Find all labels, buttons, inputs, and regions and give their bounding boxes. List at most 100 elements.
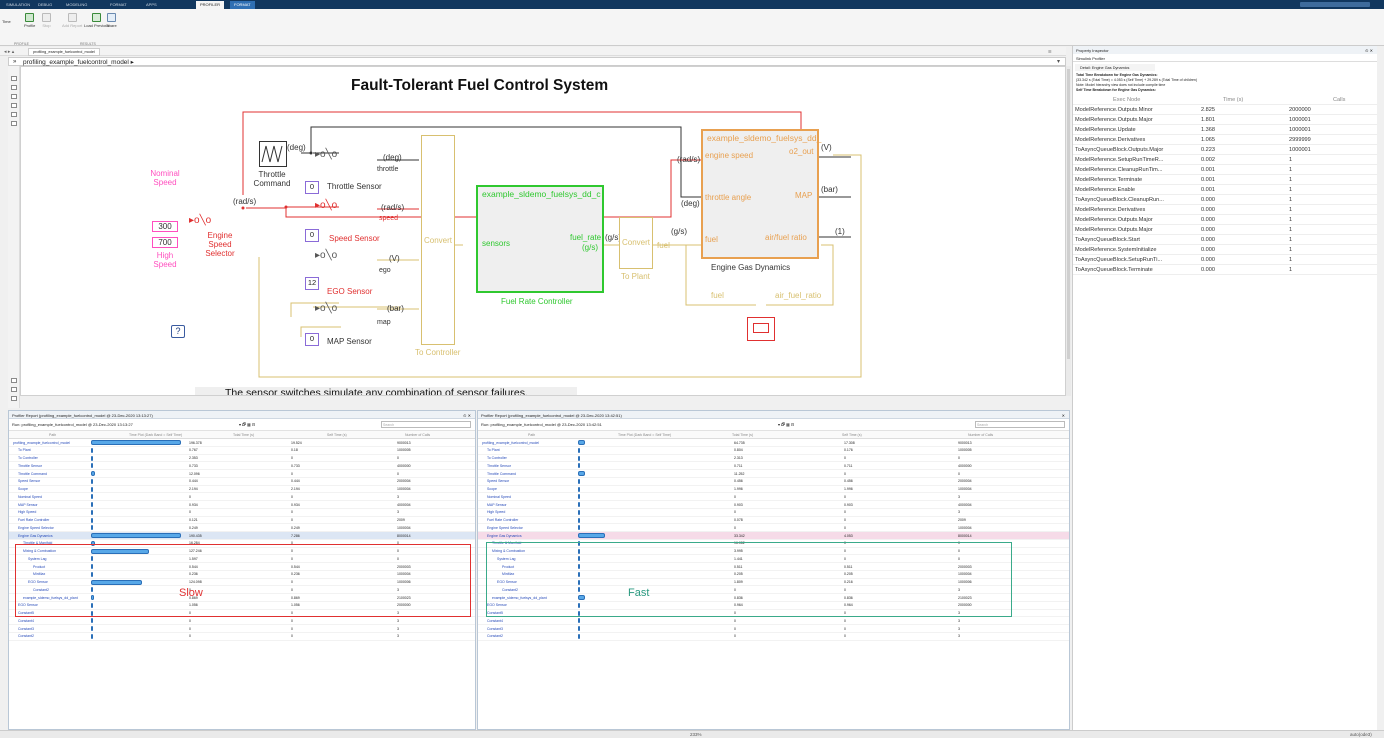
row-path[interactable]: Fuel Rate Controller (18, 518, 49, 522)
profile-button[interactable]: Profile (24, 13, 35, 28)
tab-profiler[interactable]: PROFILER (196, 1, 225, 9)
inspector-row[interactable]: ToAsyncQueueBlock.Outputs.Major 0.223 1000… (1073, 145, 1377, 155)
row-path[interactable]: MAP Sensor (18, 503, 38, 507)
share-button[interactable]: Share (106, 13, 117, 28)
inspector-row[interactable]: ModelReference.Outputs.Major 1.801 1000001 (1073, 115, 1377, 125)
row-path[interactable]: Constant3 (18, 627, 34, 631)
scope-block[interactable] (747, 317, 775, 341)
zoom-icon[interactable] (11, 76, 17, 81)
table-row[interactable]: Engine Speed Selector 0 0 1000004 (478, 524, 1069, 532)
table-row[interactable]: To Controller 2.353 0 0 (9, 455, 475, 463)
row-path[interactable]: profiling_example_fuelcontrol_model (482, 441, 539, 445)
add-report-button[interactable]: Add Report (62, 13, 82, 28)
nominal-speed-constant[interactable]: 300 (152, 221, 178, 232)
tab-format[interactable]: FORMAT (110, 2, 127, 7)
table-row[interactable]: Fuel Rate Controller 0.121 0 2009 (9, 517, 475, 525)
canvas-scrollbar[interactable] (1066, 66, 1071, 396)
table-row[interactable]: To Controller 2.313 0 0 (478, 455, 1069, 463)
right-search-input[interactable]: Search (975, 421, 1065, 428)
area-icon[interactable] (11, 121, 17, 126)
row-path[interactable]: Speed Sensor (487, 479, 509, 483)
inspector-row[interactable]: ModelReference.Outputs.Minor 2.825 2000000 (1073, 105, 1377, 115)
table-row[interactable]: Scope 2.194 2.194 1000004 (9, 486, 475, 494)
row-path[interactable]: Engine Speed Selector (487, 526, 523, 530)
row-path[interactable]: To Controller (18, 456, 38, 460)
throttle-command-block[interactable] (259, 141, 287, 167)
table-row[interactable]: profiling_example_fuelcontrol_model 64.73… (478, 439, 1069, 447)
inspector-row[interactable]: ModelReference.SetupRunTimeR... 0.002 1 (1073, 155, 1377, 165)
engine-gas-dynamics-block[interactable]: example_sldemo_fuelsys_dd_ engine speed … (701, 129, 821, 259)
table-row[interactable]: Constant2 0 0 3 (478, 633, 1069, 641)
table-row[interactable]: Constant3 0 0 3 (478, 625, 1069, 633)
row-path[interactable]: High Speed (18, 510, 36, 514)
table-row[interactable]: To Plant 0.767 0.18 1000005 (9, 447, 475, 455)
stop-button[interactable]: Stop (42, 13, 51, 28)
model-tab[interactable]: profiling_example_fuelcontrol_model (28, 48, 100, 56)
row-path[interactable]: Constant2 (18, 634, 34, 638)
annotation-icon[interactable] (11, 103, 17, 108)
table-row[interactable]: Constant3 0 0 3 (9, 625, 475, 633)
inspector-row[interactable]: ModelReference.Derivatives 1.065 2999999 (1073, 135, 1377, 145)
row-path[interactable]: Engine Speed Selector (18, 526, 54, 530)
table-row[interactable]: Constant4 0 0 3 (9, 617, 475, 625)
inspector-row[interactable]: ModelReference.Update 1.368 1000001 (1073, 125, 1377, 135)
row-path[interactable]: High Speed (487, 510, 505, 514)
table-row[interactable]: Nominal Speed 0 0 3 (478, 493, 1069, 501)
inspector-row[interactable]: ModelReference.SystemInitialize 0.000 1 (1073, 245, 1377, 255)
right-run-dropdown-icon[interactable]: ▾ 🗗 ▦ ⊟ (778, 422, 794, 429)
tab-simulation[interactable]: SIMULATION (6, 2, 30, 7)
inspector-row[interactable]: ModelReference.Enable 0.001 1 (1073, 185, 1377, 195)
table-row[interactable]: Speed Sensor 0.444 0.444 2000004 (9, 478, 475, 486)
row-path[interactable]: Constant4 (487, 619, 503, 623)
back-icon[interactable]: ◂ ▸ ▴ (4, 49, 14, 55)
row-path[interactable]: Engine Gas Dynamics (487, 534, 522, 538)
explorer-icon[interactable] (11, 387, 17, 392)
row-path[interactable]: Throttle Sensor (18, 464, 42, 468)
table-row[interactable]: Throttle Command 12.096 0 0 (9, 470, 475, 478)
row-path[interactable]: Scope (487, 487, 497, 491)
table-row[interactable]: Constant4 0 0 3 (478, 617, 1069, 625)
table-row[interactable]: Nominal Speed 0 0 3 (9, 493, 475, 501)
inspector-row[interactable]: ToAsyncQueueBlock.Start 0.000 1 (1073, 235, 1377, 245)
left-run-selector[interactable]: Run: profiling_example_fuelcontrol_model… (9, 419, 475, 431)
inspector-row[interactable]: ModelReference.Derivatives 0.000 1 (1073, 205, 1377, 215)
row-path[interactable]: Throttle Command (487, 472, 516, 476)
row-path[interactable]: Constant2 (487, 634, 503, 638)
row-path[interactable]: Nominal Speed (487, 495, 511, 499)
breadcrumb-dropdown-icon[interactable]: ▾ (1057, 58, 1060, 65)
panel-menu-icon[interactable]: ☰ (1048, 49, 1052, 54)
inspector-detail-tab[interactable]: Detail: Engine Gas Dynamics (1075, 64, 1155, 71)
row-path[interactable]: Fuel Rate Controller (487, 518, 518, 522)
image-icon[interactable] (11, 112, 17, 117)
fit-view-icon[interactable] (11, 85, 17, 90)
speed-switch[interactable]: ▸o╲o (315, 200, 337, 211)
inspector-row[interactable]: ToAsyncQueueBlock.Terminate 0.000 1 (1073, 265, 1377, 275)
table-row[interactable]: profiling_example_fuelcontrol_model 196.3… (9, 439, 475, 447)
row-path[interactable]: MAP Sensor (487, 503, 507, 507)
table-row[interactable]: MAP Sensor 0.934 0.934 4000004 (9, 501, 475, 509)
table-row[interactable]: High Speed 0 0 3 (9, 509, 475, 517)
table-row[interactable]: Scope 1.996 1.996 1000004 (478, 486, 1069, 494)
row-path[interactable]: Throttle Command (18, 472, 47, 476)
table-row[interactable]: High Speed 0 0 3 (478, 509, 1069, 517)
table-row[interactable]: Fuel Rate Controller 0.078 0 2009 (478, 517, 1069, 525)
row-path[interactable]: To Controller (487, 456, 507, 460)
quick-access-toolbar[interactable] (1300, 2, 1370, 7)
row-path[interactable]: To Plant (487, 448, 500, 452)
row-path[interactable]: Throttle Sensor (487, 464, 511, 468)
model-canvas[interactable]: Fault-Tolerant Fuel Control System Nomin… (20, 66, 1066, 396)
left-search-input[interactable]: Search (381, 421, 471, 428)
row-path[interactable]: Speed Sensor (18, 479, 40, 483)
right-run-selector[interactable]: Run: profiling_example_fuelcontrol_model… (478, 419, 1069, 431)
speed-sensor-constant[interactable]: 0 (305, 229, 319, 242)
tab-modeling[interactable]: MODELING (66, 2, 87, 7)
row-path[interactable]: Constant4 (18, 619, 34, 623)
throttle-sensor-constant[interactable]: 0 (305, 181, 319, 194)
table-row[interactable]: Engine Gas Dynamics 33.342 4.053 8000014 (478, 532, 1069, 540)
row-path[interactable]: Engine Gas Dynamics (18, 534, 53, 538)
inspector-row[interactable]: ModelReference.Outputs.Major 0.000 1 (1073, 225, 1377, 235)
to-plant-block[interactable]: Convert (619, 217, 653, 269)
table-row[interactable]: Throttle Sensor 0.733 0.733 4000000 (9, 462, 475, 470)
table-row[interactable]: Throttle Command 11.252 0 0 (478, 470, 1069, 478)
row-path[interactable]: To Plant (18, 448, 31, 452)
